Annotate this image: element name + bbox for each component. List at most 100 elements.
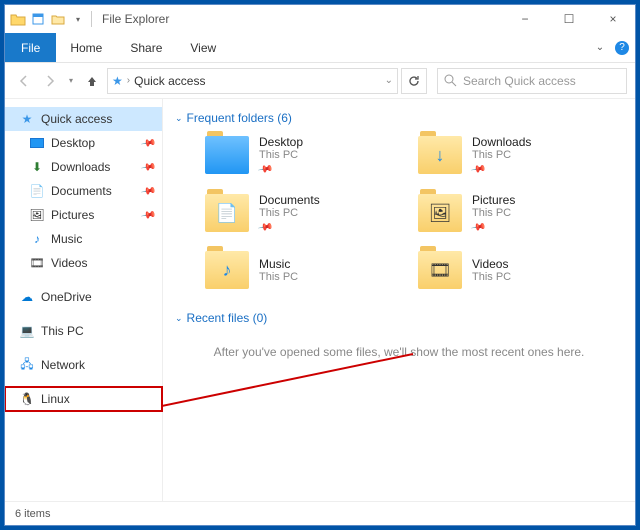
history-dropdown[interactable]: ▾ bbox=[65, 70, 77, 92]
arrow-left-icon bbox=[17, 74, 31, 88]
breadcrumb-separator-icon: › bbox=[127, 75, 130, 86]
new-folder-icon[interactable] bbox=[49, 10, 67, 28]
sidebar-item-videos[interactable]: 🎞 Videos bbox=[5, 251, 162, 275]
refresh-button[interactable] bbox=[401, 68, 427, 94]
folder-icon: 🖼 bbox=[418, 194, 462, 232]
sidebar-item-pictures[interactable]: 🖼 Pictures 📌 bbox=[5, 203, 162, 227]
sidebar-label: Linux bbox=[41, 392, 70, 406]
pin-icon: 📌 bbox=[140, 207, 157, 223]
file-tab[interactable]: File bbox=[5, 33, 56, 62]
pc-icon: 💻 bbox=[19, 323, 35, 339]
pin-icon: 📌 bbox=[470, 219, 487, 235]
sidebar-onedrive[interactable]: ☁ OneDrive bbox=[5, 285, 162, 309]
pin-icon: 📌 bbox=[140, 159, 157, 175]
folder-desktop[interactable]: Desktop This PC 📌 bbox=[205, 135, 410, 175]
pin-icon: 📌 bbox=[257, 161, 274, 177]
tab-view[interactable]: View bbox=[176, 33, 230, 62]
tab-home[interactable]: Home bbox=[56, 33, 116, 62]
folder-icon bbox=[205, 136, 249, 174]
documents-icon: 📄 bbox=[29, 183, 45, 199]
address-dropdown-icon[interactable]: ⌄ bbox=[385, 75, 393, 86]
pin-icon: 📌 bbox=[140, 183, 157, 199]
file-explorer-window: ▾ File Explorer − ☐ × File Home Share Vi… bbox=[4, 4, 636, 526]
up-button[interactable] bbox=[81, 70, 103, 92]
sidebar-item-desktop[interactable]: Desktop 📌 bbox=[5, 131, 162, 155]
downloads-icon: ⬇ bbox=[29, 159, 45, 175]
sidebar-network[interactable]: 🖧 Network bbox=[5, 353, 162, 377]
status-bar: 6 items bbox=[5, 501, 635, 525]
chevron-down-icon: ⌄ bbox=[175, 113, 183, 124]
chevron-down-icon: ⌄ bbox=[175, 313, 183, 324]
maximize-button[interactable]: ☐ bbox=[547, 5, 591, 33]
network-icon: 🖧 bbox=[19, 357, 35, 373]
refresh-icon bbox=[407, 74, 421, 88]
status-item-count: 6 items bbox=[15, 508, 50, 520]
folder-icon: ↓ bbox=[418, 136, 462, 174]
folder-icon: 📄 bbox=[205, 194, 249, 232]
folder-grid: Desktop This PC 📌 ↓ Downloads This PC 📌 … bbox=[205, 135, 623, 289]
folder-icon: ♪ bbox=[205, 251, 249, 289]
sidebar-item-music[interactable]: ♪ Music bbox=[5, 227, 162, 251]
sidebar-label: Network bbox=[41, 358, 85, 372]
sidebar-label: This PC bbox=[41, 324, 84, 338]
folder-videos[interactable]: 🎞 Videos This PC bbox=[418, 251, 623, 289]
qat-dropdown-icon[interactable]: ▾ bbox=[69, 10, 87, 28]
window-title: File Explorer bbox=[102, 12, 169, 26]
search-placeholder: Search Quick access bbox=[463, 74, 576, 88]
content-pane: ⌄ Frequent folders (6) Desktop This PC 📌… bbox=[163, 99, 635, 501]
sidebar-item-label: Pictures bbox=[51, 208, 94, 222]
help-button[interactable]: ? bbox=[609, 33, 635, 62]
music-icon: ♪ bbox=[29, 231, 45, 247]
star-icon: ★ bbox=[19, 111, 35, 127]
sidebar-item-label: Documents bbox=[51, 184, 112, 198]
search-icon bbox=[444, 74, 457, 87]
tux-icon: 🐧 bbox=[19, 391, 35, 407]
sidebar-item-label: Videos bbox=[51, 256, 87, 270]
sidebar-linux[interactable]: 🐧 Linux bbox=[5, 387, 162, 411]
quick-access-toolbar: ▾ bbox=[9, 10, 87, 28]
pictures-icon: 🖼 bbox=[29, 207, 45, 223]
sidebar-this-pc[interactable]: 💻 This PC bbox=[5, 319, 162, 343]
folder-music[interactable]: ♪ Music This PC bbox=[205, 251, 410, 289]
arrow-up-icon bbox=[85, 74, 99, 88]
sidebar-item-documents[interactable]: 📄 Documents 📌 bbox=[5, 179, 162, 203]
titlebar: ▾ File Explorer − ☐ × bbox=[5, 5, 635, 33]
close-button[interactable]: × bbox=[591, 5, 635, 33]
ribbon-expand-icon[interactable]: ⌄ bbox=[591, 33, 609, 62]
onedrive-icon: ☁ bbox=[19, 289, 35, 305]
recent-files-header[interactable]: ⌄ Recent files (0) bbox=[175, 311, 623, 325]
search-box[interactable]: Search Quick access bbox=[437, 68, 627, 94]
pin-icon: 📌 bbox=[140, 135, 157, 151]
properties-icon[interactable] bbox=[29, 10, 47, 28]
minimize-button[interactable]: − bbox=[503, 5, 547, 33]
navigation-bar: ▾ ★ › Quick access ⌄ Search Quick access bbox=[5, 63, 635, 99]
back-button[interactable] bbox=[13, 70, 35, 92]
sidebar-label: Quick access bbox=[41, 112, 112, 126]
folder-pictures[interactable]: 🖼 Pictures This PC 📌 bbox=[418, 193, 623, 233]
address-bar[interactable]: ★ › Quick access ⌄ bbox=[107, 68, 398, 94]
sidebar-item-label: Music bbox=[51, 232, 82, 246]
titlebar-divider bbox=[91, 11, 92, 27]
folder-icon: 🎞 bbox=[418, 251, 462, 289]
folder-icon bbox=[9, 10, 27, 28]
videos-icon: 🎞 bbox=[29, 255, 45, 271]
ribbon: File Home Share View ⌄ ? bbox=[5, 33, 635, 63]
pin-icon: 📌 bbox=[470, 161, 487, 177]
help-icon: ? bbox=[615, 41, 629, 55]
recent-empty-message: After you've opened some files, we'll sh… bbox=[175, 337, 623, 367]
sidebar-item-label: Desktop bbox=[51, 136, 95, 150]
folder-downloads[interactable]: ↓ Downloads This PC 📌 bbox=[418, 135, 623, 175]
desktop-icon bbox=[29, 135, 45, 151]
forward-button[interactable] bbox=[39, 70, 61, 92]
sidebar-item-label: Downloads bbox=[51, 160, 110, 174]
sidebar-item-downloads[interactable]: ⬇ Downloads 📌 bbox=[5, 155, 162, 179]
frequent-folders-header[interactable]: ⌄ Frequent folders (6) bbox=[175, 111, 623, 125]
sidebar-quick-access[interactable]: ★ Quick access bbox=[5, 107, 162, 131]
breadcrumb-current[interactable]: Quick access bbox=[134, 74, 205, 88]
arrow-right-icon bbox=[43, 74, 57, 88]
pin-icon: 📌 bbox=[257, 219, 274, 235]
tab-share[interactable]: Share bbox=[116, 33, 176, 62]
sidebar-label: OneDrive bbox=[41, 290, 92, 304]
folder-documents[interactable]: 📄 Documents This PC 📌 bbox=[205, 193, 410, 233]
navigation-pane: ★ Quick access Desktop 📌 ⬇ Downloads 📌 📄… bbox=[5, 99, 163, 501]
